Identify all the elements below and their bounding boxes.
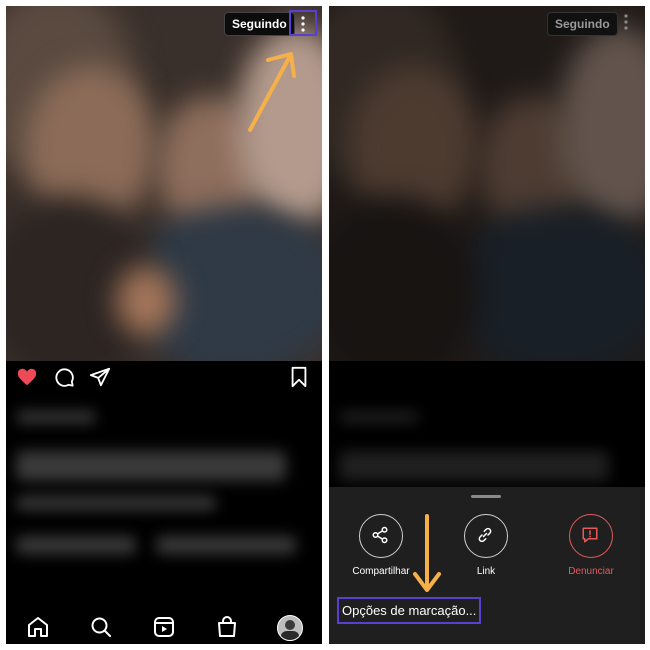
shop-icon[interactable] [215, 615, 239, 639]
more-options-button[interactable] [289, 10, 317, 36]
post-view-panel: Seguindo [6, 6, 322, 644]
options-sheet-panel: Seguindo Compartilhar Link Denunciar Opç… [329, 6, 645, 644]
link-label: Link [476, 566, 496, 577]
post-actions-bar [6, 362, 322, 392]
options-bottom-sheet: Compartilhar Link Denunciar Opções de ma… [329, 487, 645, 644]
share-icon [372, 526, 388, 544]
comment-icon[interactable] [53, 366, 75, 388]
following-button: Seguindo [547, 12, 618, 36]
report-label: Denunciar [568, 566, 614, 577]
report-action[interactable]: Denunciar [551, 514, 631, 577]
pointer-arrow [413, 514, 441, 592]
bottom-navigation [6, 610, 322, 644]
report-icon [582, 527, 598, 543]
bookmark-icon[interactable] [288, 366, 310, 388]
more-options-button [612, 10, 640, 36]
share-icon[interactable] [89, 366, 111, 388]
link-icon [478, 527, 492, 543]
copy-link-action[interactable]: Link [446, 514, 526, 577]
reels-icon[interactable] [152, 615, 176, 639]
home-icon[interactable] [26, 615, 50, 639]
pointer-arrow [248, 52, 296, 132]
vertical-dots-icon [301, 16, 305, 32]
search-icon[interactable] [89, 615, 113, 639]
following-button[interactable]: Seguindo [224, 12, 295, 36]
post-caption-area [6, 391, 322, 611]
sheet-drag-handle[interactable] [471, 495, 501, 498]
vertical-dots-icon [624, 14, 628, 30]
heart-icon[interactable] [16, 366, 38, 388]
tag-options-button[interactable]: Opções de marcação... [337, 597, 482, 624]
profile-icon [281, 620, 299, 640]
profile-avatar[interactable] [277, 615, 303, 641]
